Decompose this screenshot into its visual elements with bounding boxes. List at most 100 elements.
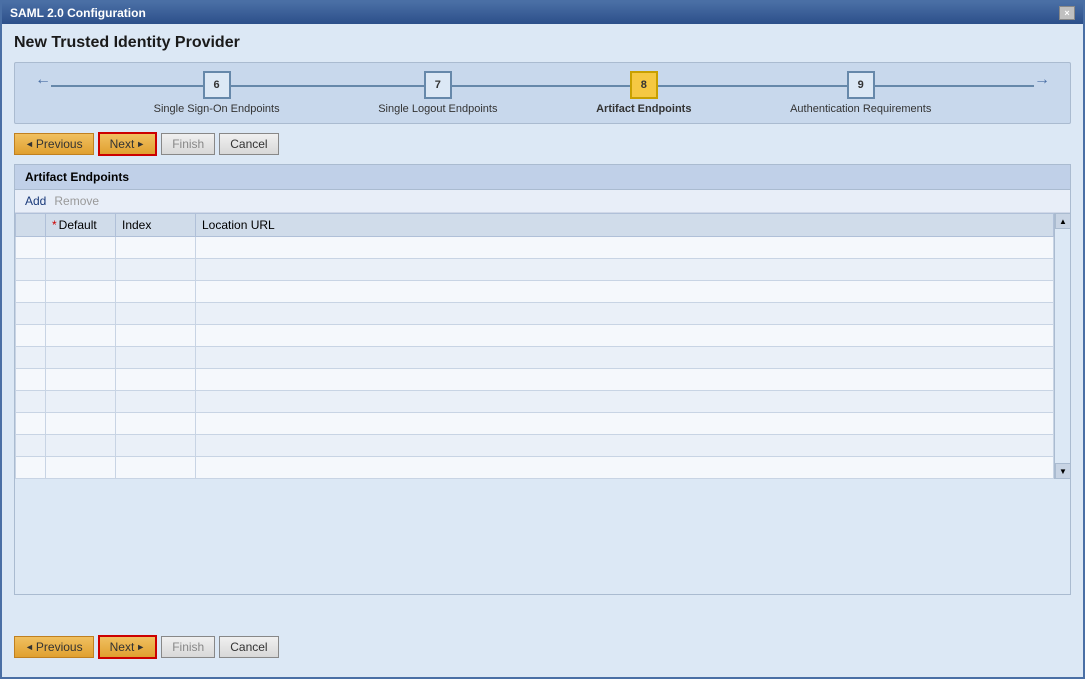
stepper-item-7: 7 Single Logout Endpoints — [378, 71, 497, 115]
row-location-url-cell — [196, 347, 1054, 369]
row-select-cell — [16, 237, 46, 259]
table-row — [16, 281, 1054, 303]
row-index-cell — [116, 347, 196, 369]
row-select-cell — [16, 391, 46, 413]
row-location-url-cell — [196, 325, 1054, 347]
table-scrollbar: ▲ ▼ — [1054, 213, 1070, 479]
table-row — [16, 237, 1054, 259]
table-row — [16, 457, 1054, 479]
row-default-cell — [46, 325, 116, 347]
title-bar-buttons: × — [1059, 6, 1075, 20]
stepper-items: ← 6 Single Sign-On Endpoints 7 Single Lo… — [31, 71, 1054, 115]
top-finish-button[interactable]: Finish — [161, 133, 215, 155]
add-button[interactable]: Add — [25, 194, 46, 208]
bottom-next-button[interactable]: Next — [98, 635, 158, 659]
stepper-item-6: 6 Single Sign-On Endpoints — [154, 71, 280, 115]
window-title: SAML 2.0 Configuration — [10, 6, 146, 20]
row-default-cell — [46, 347, 116, 369]
bottom-spacer — [14, 595, 1071, 635]
row-location-url-cell — [196, 457, 1054, 479]
row-select-cell — [16, 369, 46, 391]
row-default-cell — [46, 413, 116, 435]
row-location-url-cell — [196, 413, 1054, 435]
row-location-url-cell — [196, 281, 1054, 303]
row-select-cell — [16, 457, 46, 479]
stepper-container: ← 6 Single Sign-On Endpoints 7 Single Lo… — [14, 62, 1071, 124]
row-index-cell — [116, 281, 196, 303]
table-row — [16, 369, 1054, 391]
remove-button[interactable]: Remove — [54, 194, 99, 208]
step-number-8: 8 — [630, 71, 658, 99]
table-row — [16, 347, 1054, 369]
step-label-9: Authentication Requirements — [790, 103, 931, 115]
stepper-arrow-right: → — [1030, 71, 1054, 115]
content-area: New Trusted Identity Provider ← 6 Single… — [2, 24, 1083, 677]
table-row — [16, 435, 1054, 457]
row-default-cell — [46, 237, 116, 259]
step-number-6: 6 — [203, 71, 231, 99]
main-panel: Artifact Endpoints Add Remove Default In… — [14, 164, 1071, 595]
row-location-url-cell — [196, 259, 1054, 281]
row-index-cell — [116, 325, 196, 347]
row-select-cell — [16, 325, 46, 347]
row-default-cell — [46, 457, 116, 479]
artifact-endpoints-table: Default Index Location URL — [15, 213, 1054, 479]
bottom-finish-button[interactable]: Finish — [161, 636, 215, 658]
step-label-7: Single Logout Endpoints — [378, 103, 497, 115]
row-default-cell — [46, 281, 116, 303]
row-select-cell — [16, 347, 46, 369]
row-index-cell — [116, 303, 196, 325]
bottom-previous-button[interactable]: Previous — [14, 636, 94, 658]
row-location-url-cell — [196, 435, 1054, 457]
row-default-cell — [46, 369, 116, 391]
row-default-cell — [46, 259, 116, 281]
stepper: ← 6 Single Sign-On Endpoints 7 Single Lo… — [31, 71, 1054, 115]
row-select-cell — [16, 259, 46, 281]
step-label-8: Artifact Endpoints — [596, 103, 691, 115]
row-select-cell — [16, 413, 46, 435]
table-row — [16, 259, 1054, 281]
table-row — [16, 325, 1054, 347]
table-header-row: Default Index Location URL — [16, 214, 1054, 237]
row-index-cell — [116, 391, 196, 413]
table-row — [16, 413, 1054, 435]
col-header-default: Default — [46, 214, 116, 237]
panel-toolbar: Add Remove — [15, 190, 1070, 213]
panel-header: Artifact Endpoints — [15, 165, 1070, 190]
window: SAML 2.0 Configuration × New Trusted Ide… — [0, 0, 1085, 679]
top-next-button[interactable]: Next — [98, 132, 158, 156]
stepper-arrow-left: ← — [31, 71, 55, 115]
row-location-url-cell — [196, 369, 1054, 391]
row-index-cell — [116, 435, 196, 457]
stepper-item-9: 9 Authentication Requirements — [790, 71, 931, 115]
scrollbar-up-button[interactable]: ▲ — [1055, 213, 1071, 229]
row-location-url-cell — [196, 237, 1054, 259]
row-location-url-cell — [196, 303, 1054, 325]
top-previous-button[interactable]: Previous — [14, 133, 94, 155]
row-select-cell — [16, 303, 46, 325]
bottom-cancel-button[interactable]: Cancel — [219, 636, 278, 658]
scrollbar-down-button[interactable]: ▼ — [1055, 463, 1071, 479]
row-select-cell — [16, 281, 46, 303]
scrollbar-track — [1055, 229, 1070, 463]
bottom-nav-buttons: Previous Next Finish Cancel — [14, 635, 1071, 659]
step-number-9: 9 — [847, 71, 875, 99]
col-header-select — [16, 214, 46, 237]
table-body — [16, 237, 1054, 479]
col-header-index: Index — [116, 214, 196, 237]
col-header-location-url: Location URL — [196, 214, 1054, 237]
row-location-url-cell — [196, 391, 1054, 413]
close-button[interactable]: × — [1059, 6, 1075, 20]
step-number-7: 7 — [424, 71, 452, 99]
table-scroll-area: Default Index Location URL — [15, 213, 1054, 479]
row-default-cell — [46, 303, 116, 325]
row-index-cell — [116, 259, 196, 281]
table-row — [16, 303, 1054, 325]
top-cancel-button[interactable]: Cancel — [219, 133, 278, 155]
page-title: New Trusted Identity Provider — [14, 34, 1071, 52]
row-index-cell — [116, 413, 196, 435]
table-wrapper: Default Index Location URL — [15, 213, 1070, 479]
step-label-6: Single Sign-On Endpoints — [154, 103, 280, 115]
table-row — [16, 391, 1054, 413]
stepper-item-8: 8 Artifact Endpoints — [596, 71, 691, 115]
